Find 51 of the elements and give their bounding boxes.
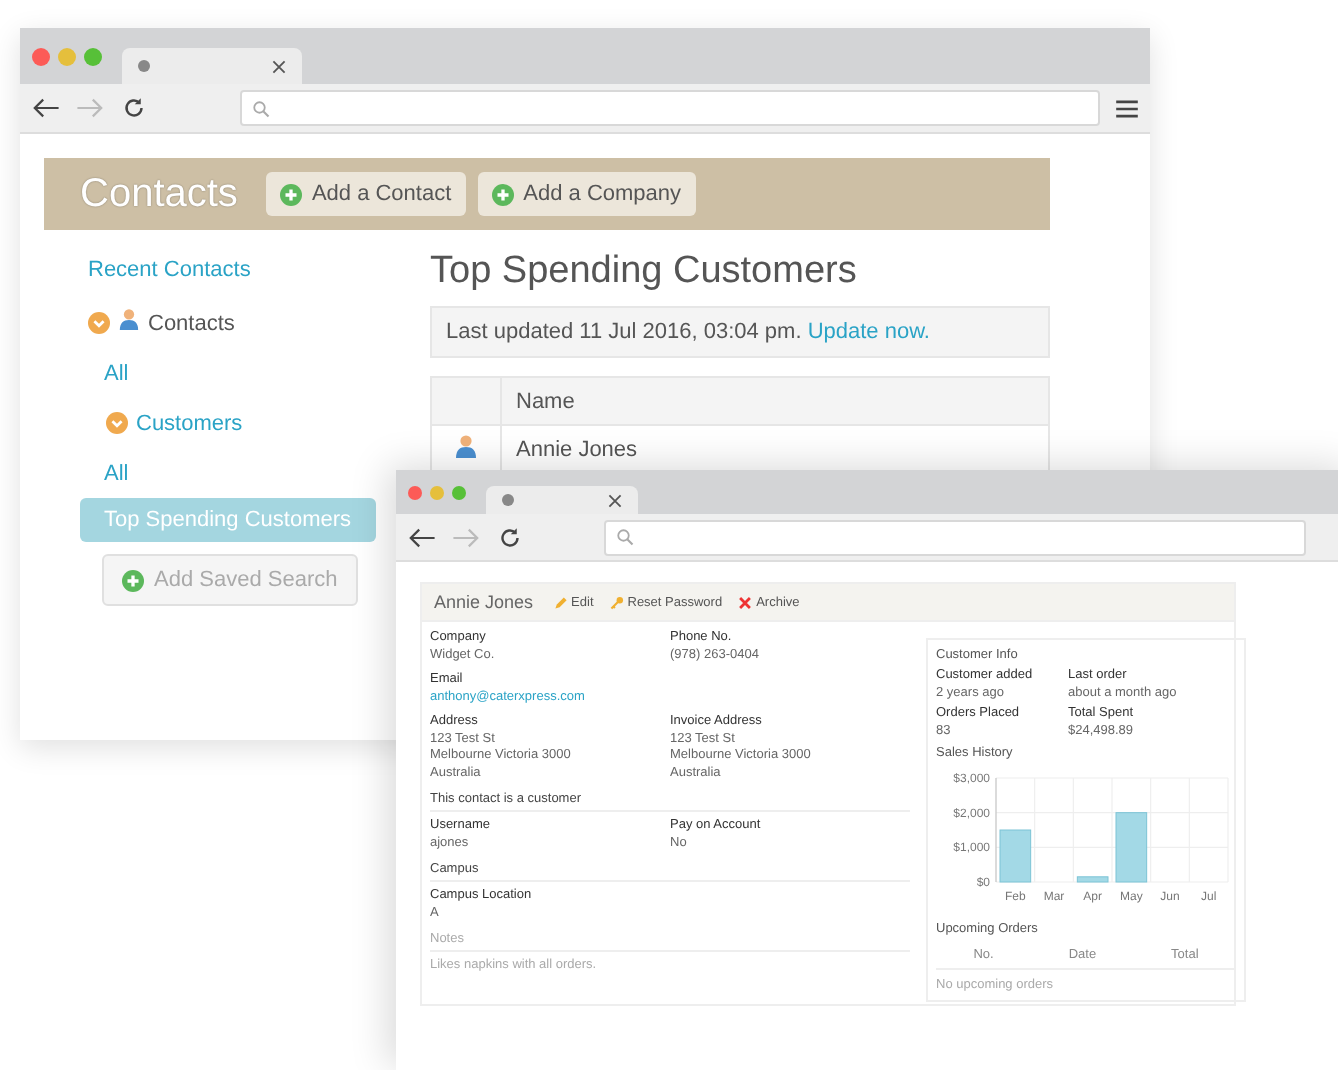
bar	[1115, 812, 1148, 883]
browser-tab[interactable]	[486, 486, 638, 514]
tree-item[interactable]: All	[104, 448, 129, 498]
search-icon	[252, 99, 270, 117]
last-updated-text: Last updated 11 Jul 2016, 03:04 pm. Update now.	[430, 306, 1050, 358]
minimize-window-icon[interactable]	[430, 485, 444, 499]
person-icon	[118, 308, 140, 330]
tree-item[interactable]: Customers	[106, 398, 243, 448]
contact-name: Annie Jones	[434, 592, 534, 612]
menu-icon[interactable]	[1116, 99, 1138, 117]
address-field[interactable]	[240, 90, 1100, 126]
column-header[interactable]: Name	[501, 377, 1049, 425]
back-icon[interactable]	[32, 96, 60, 120]
reload-icon[interactable]	[120, 96, 148, 120]
app-title: Contacts	[80, 171, 238, 217]
close-icon[interactable]	[608, 493, 622, 507]
plus-icon	[279, 183, 302, 205]
maximize-window-icon[interactable]	[452, 485, 466, 499]
favicon-icon	[138, 60, 150, 72]
sidebar-heading[interactable]: Recent Contacts	[88, 258, 251, 282]
minimize-window-icon[interactable]	[58, 47, 76, 65]
plus-icon	[491, 183, 514, 205]
expand-icon[interactable]	[88, 312, 110, 334]
page-title: Top Spending Customers	[430, 250, 859, 294]
close-window-icon[interactable]	[32, 47, 50, 65]
favicon-icon	[502, 494, 514, 506]
cross-icon	[738, 595, 753, 609]
tree-item[interactable]: All	[104, 348, 129, 398]
maximize-window-icon[interactable]	[84, 47, 102, 65]
forward-icon[interactable]	[76, 96, 104, 120]
expand-icon[interactable]	[106, 412, 128, 434]
bar	[1076, 876, 1109, 883]
search-icon	[616, 528, 634, 546]
tree-item[interactable]: Top Spending Customers	[80, 498, 376, 542]
update-link[interactable]: Update now.	[807, 320, 930, 344]
address-field[interactable]	[604, 519, 1306, 555]
back-icon[interactable]	[408, 525, 436, 549]
browser-tab[interactable]	[122, 48, 302, 84]
add-saved-search-button[interactable]: Add Saved Search	[102, 554, 358, 606]
person-icon	[454, 434, 478, 458]
close-icon[interactable]	[272, 59, 286, 73]
reload-icon[interactable]	[496, 525, 524, 549]
tree-item[interactable]: Contacts	[88, 298, 235, 348]
plus-icon	[122, 569, 144, 591]
close-window-icon[interactable]	[408, 485, 422, 499]
add-button[interactable]: Add a Contact	[265, 172, 466, 216]
key-icon	[609, 595, 624, 609]
forward-icon[interactable]	[452, 525, 480, 549]
add-button[interactable]: Add a Company	[477, 172, 696, 216]
bar	[999, 829, 1032, 883]
pencil-icon	[553, 595, 568, 609]
